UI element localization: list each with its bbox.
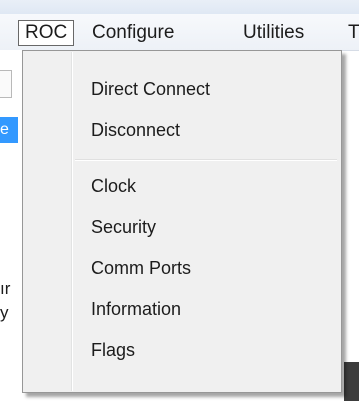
window-title-area: [0, 0, 359, 14]
background-selected-row[interactable]: e: [0, 117, 18, 143]
background-selected-text: e: [0, 121, 9, 138]
background-input-field[interactable]: [0, 70, 12, 98]
menu-bar: ROC Configure Utilities T: [0, 14, 359, 51]
menu-item-comm-ports[interactable]: Comm Ports: [91, 254, 191, 282]
background-dark-panel: [344, 362, 359, 401]
menu-item-direct-connect[interactable]: Direct Connect: [91, 75, 210, 103]
menu-item-clock[interactable]: Clock: [91, 172, 136, 200]
menu-icon-gutter: [71, 52, 73, 391]
menu-separator: [75, 159, 337, 161]
menu-item-disconnect[interactable]: Disconnect: [91, 116, 180, 144]
menu-truncated[interactable]: T: [348, 22, 359, 44]
roc-dropdown-menu: Direct Connect Disconnect Clock Security…: [22, 50, 342, 393]
menu-configure[interactable]: Configure: [92, 22, 174, 44]
menu-utilities[interactable]: Utilities: [243, 22, 304, 44]
background-text-fragment: ır: [0, 279, 11, 298]
menu-item-information[interactable]: Information: [91, 295, 181, 323]
menu-item-security[interactable]: Security: [91, 213, 156, 241]
menu-roc[interactable]: ROC: [18, 20, 75, 46]
menu-item-flags[interactable]: Flags: [91, 336, 135, 364]
background-text-fragment: y: [0, 303, 9, 322]
